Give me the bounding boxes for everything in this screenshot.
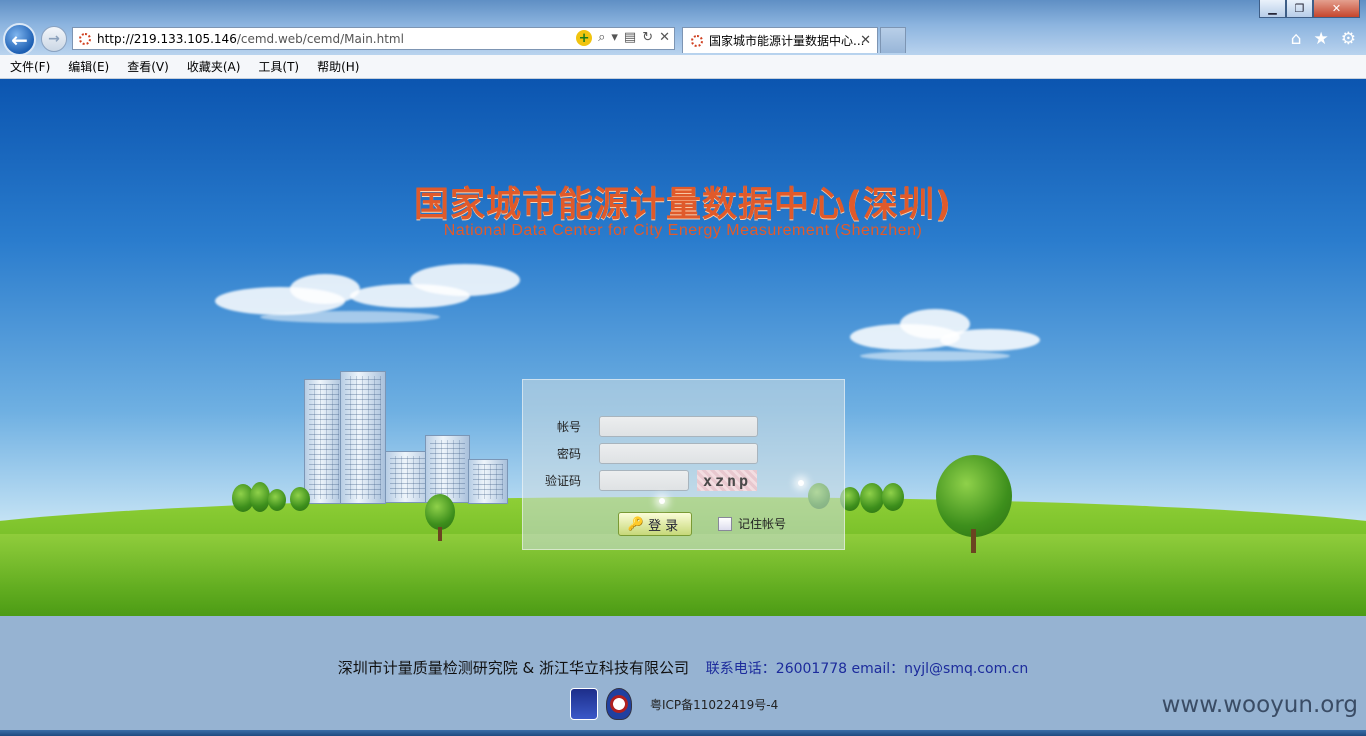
tab-title: 国家城市能源计量数据中心... [709, 34, 865, 48]
menu-favorites[interactable]: 收藏夹(A) [177, 58, 249, 75]
captcha-row: 验证码 xznp [523, 470, 757, 491]
key-icon: 🔑 [627, 516, 645, 532]
account-row: 帐号 [523, 416, 758, 437]
captcha-image[interactable]: xznp [697, 470, 757, 491]
gear-icon[interactable]: ⚙ [1341, 29, 1356, 49]
emblem-badge-icon[interactable] [606, 688, 632, 720]
address-tools: + ⌕ ▾ ▤ ↻ ✕ [576, 30, 670, 46]
password-row: 密码 [523, 443, 758, 464]
new-tab-button[interactable] [880, 27, 906, 53]
forward-button[interactable]: → [41, 26, 67, 52]
menu-help[interactable]: 帮助(H) [307, 58, 367, 75]
remember-account[interactable]: 记住帐号 [718, 515, 786, 532]
url-host: http://219.133.105.146 [97, 31, 237, 46]
sparkle-decoration [798, 480, 804, 486]
menu-file[interactable]: 文件(F) [0, 58, 58, 75]
browser-chrome: ▁ ❐ ✕ ← → http://219.133.105.146/cemd.we… [0, 0, 1366, 56]
address-bar[interactable]: http://219.133.105.146/cemd.web/cemd/Mai… [72, 27, 675, 50]
search-icon[interactable]: ⌕ [598, 30, 605, 46]
close-window-button[interactable]: ✕ [1313, 0, 1360, 18]
home-icon[interactable]: ⌂ [1291, 29, 1302, 49]
tab-main[interactable]: 国家城市能源计量数据中心... ✕ [682, 27, 878, 53]
minimize-button[interactable]: ▁ [1259, 0, 1286, 18]
windows-taskbar [0, 730, 1366, 736]
login-button[interactable]: 🔑 登录 [618, 512, 692, 536]
menu-bar: 文件(F) 编辑(E) 查看(V) 收藏夹(A) 工具(T) 帮助(H) [0, 55, 1366, 79]
browser-toolbar-icons: ⌂ ★ ⚙ [1291, 29, 1356, 49]
refresh-icon[interactable]: ↻ [642, 30, 653, 46]
star-icon[interactable]: ★ [1314, 29, 1329, 49]
url-path: /cemd.web/cemd/Main.html [236, 31, 404, 46]
watermark: www.wooyun.org [1161, 692, 1358, 718]
captcha-input[interactable] [599, 470, 689, 491]
dropdown-icon[interactable]: ▾ [611, 30, 618, 46]
remember-label: 记住帐号 [738, 517, 787, 531]
page-subtitle: National Data Center for City Energy Mea… [443, 222, 923, 239]
sparkle-decoration [659, 498, 665, 504]
password-label: 密码 [556, 447, 581, 461]
compatibility-view-icon[interactable]: ▤ [624, 30, 636, 46]
captcha-label: 验证码 [544, 474, 581, 488]
password-input[interactable] [599, 443, 758, 464]
tab-close-icon[interactable]: ✕ [860, 33, 871, 48]
footer-line: 深圳市计量质量检测研究院 & 浙江华立科技有限公司 联系电话：26001778 … [0, 657, 1366, 678]
footer-badges: 粤ICP备11022419号-4 [570, 688, 778, 720]
remember-checkbox[interactable] [718, 516, 732, 531]
footer-org: 深圳市计量质量检测研究院 & 浙江华立科技有限公司 [337, 659, 689, 677]
menu-edit[interactable]: 编辑(E) [58, 58, 117, 75]
restore-button[interactable]: ❐ [1286, 0, 1313, 18]
window-controls: ▁ ❐ ✕ [1259, 0, 1360, 18]
icp-number[interactable]: 粤ICP备11022419号-4 [650, 696, 778, 713]
arrow-left-icon: ← [11, 27, 28, 52]
account-label: 帐号 [556, 420, 581, 434]
login-button-label: 登录 [648, 518, 683, 534]
page-loading-icon [79, 32, 91, 45]
footer: 深圳市计量质量检测研究院 & 浙江华立科技有限公司 联系电话：26001778 … [0, 616, 1366, 730]
add-on-icon[interactable]: + [576, 30, 593, 46]
menu-view[interactable]: 查看(V) [117, 58, 177, 75]
arrow-right-icon: → [48, 31, 60, 47]
account-input[interactable] [599, 416, 758, 437]
back-button[interactable]: ← [3, 23, 36, 56]
footer-contact: 联系电话：26001778 email：nyjl@smq.com.cn [705, 661, 1029, 677]
login-page: 国家城市能源计量数据中心(深圳) National Data Center fo… [0, 79, 1366, 616]
login-panel: 帐号 密码 验证码 xznp 🔑 登录 记住帐号 [522, 379, 845, 550]
police-badge-icon[interactable] [570, 688, 598, 720]
stop-icon[interactable]: ✕ [659, 30, 670, 46]
page-title: 国家城市能源计量数据中心(深圳) [414, 185, 952, 225]
tab-loading-icon [691, 34, 703, 47]
menu-tools[interactable]: 工具(T) [248, 58, 307, 75]
